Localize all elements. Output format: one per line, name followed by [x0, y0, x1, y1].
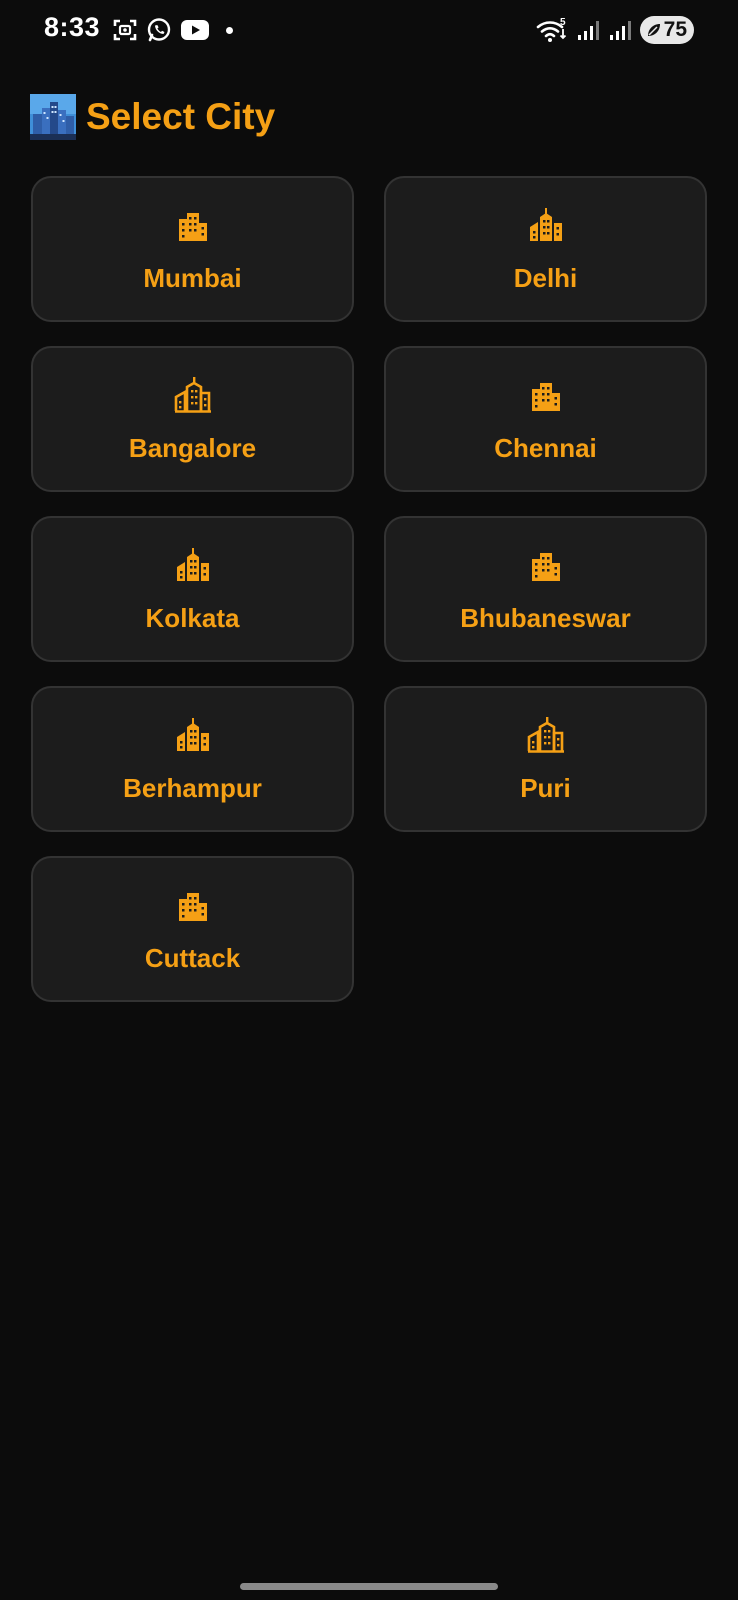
city-name: Delhi [513, 262, 578, 293]
city-name: Mumbai [143, 262, 242, 293]
page-header: Select City [30, 92, 275, 142]
status-time: 8:33 [44, 12, 101, 42]
wifi-badge: 5 [560, 17, 566, 28]
youtube-icon [181, 20, 209, 40]
city-buildings-outline-icon [527, 716, 564, 753]
city-card-bhubaneswar[interactable]: Bhubaneswar [384, 516, 707, 662]
city-name: Cuttack [144, 942, 241, 973]
city-name: Bhubaneswar [460, 602, 631, 633]
city-buildings-icon [176, 547, 209, 581]
city-card-mumbai[interactable]: Mumbai [31, 176, 354, 322]
signal-icon-2 [610, 21, 631, 40]
city-grid: Mumbai Delhi Bangalore Chennai Kolkata B… [31, 176, 707, 1002]
status-bar: 8:33 5 75 [0, 0, 738, 60]
city-name: Chennai [494, 432, 597, 463]
battery-level: 75 [663, 18, 687, 41]
city-card-bangalore[interactable]: Bangalore [31, 346, 354, 492]
city-buildings-icon [178, 212, 207, 241]
signal-icon [578, 21, 599, 40]
page-title: Select City [86, 96, 276, 137]
city-buildings-outline-icon [174, 376, 211, 413]
city-card-kolkata[interactable]: Kolkata [31, 516, 354, 662]
city-select-screen: 8:33 5 75 Select City Mumbai Delhi Banga… [0, 0, 738, 1600]
notification-dot [226, 26, 233, 34]
city-card-chennai[interactable]: Chennai [384, 346, 707, 492]
battery-saver-leaf-icon [648, 24, 660, 36]
battery-indicator: 75 [640, 16, 694, 44]
city-name: Berhampur [123, 772, 262, 803]
city-card-berhampur[interactable]: Berhampur [31, 686, 354, 832]
city-buildings-icon [531, 552, 560, 581]
city-buildings-icon [176, 717, 209, 751]
status-system-icons: 5 75 [536, 15, 694, 45]
city-name: Kolkata [145, 602, 240, 633]
city-buildings-icon [178, 892, 207, 921]
status-notification-icons [112, 16, 233, 44]
home-indicator[interactable] [240, 1583, 498, 1590]
city-card-puri[interactable]: Puri [384, 686, 707, 832]
screenshot-icon [113, 19, 137, 41]
city-name: Puri [520, 772, 571, 803]
city-buildings-icon [529, 207, 562, 241]
whatsapp-icon [147, 18, 171, 42]
city-card-cuttack[interactable]: Cuttack [31, 856, 354, 1002]
wifi-icon: 5 [536, 17, 567, 42]
city-buildings-icon [531, 382, 560, 411]
cityscape-icon [30, 94, 76, 140]
city-name: Bangalore [128, 432, 257, 463]
city-card-delhi[interactable]: Delhi [384, 176, 707, 322]
